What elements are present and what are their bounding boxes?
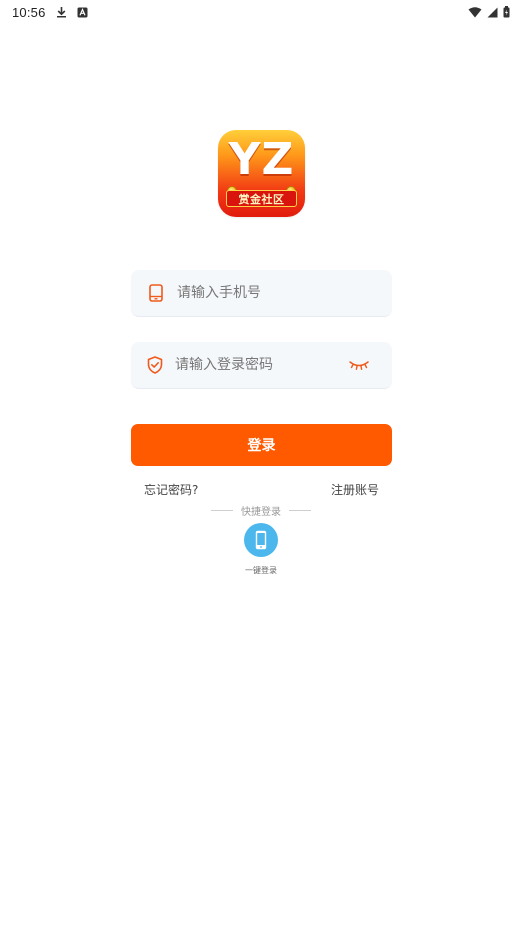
eye-closed-icon[interactable] — [349, 358, 369, 372]
login-screen: 10:56 YZ 赏金社区 请输入手机号 登录 忘记密码? 注册账号 快捷登录 … — [0, 0, 522, 928]
quick-login-label: 快捷登录 — [241, 507, 281, 518]
password-input[interactable] — [175, 342, 349, 388]
one-key-login-button[interactable] — [244, 523, 278, 557]
status-right — [468, 6, 510, 18]
divider-line — [289, 510, 311, 511]
download-icon — [56, 6, 67, 18]
status-time: 10:56 — [12, 4, 46, 20]
phone-icon — [147, 284, 165, 302]
register-link[interactable]: 注册账号 — [331, 481, 379, 498]
a-notification-icon — [77, 7, 88, 18]
battery-icon — [503, 6, 510, 18]
quick-login-divider: 快捷登录 — [0, 503, 522, 518]
logo-main-text: YZ — [228, 134, 295, 185]
phone-icon — [255, 530, 267, 550]
one-key-login-label: 一键登录 — [245, 566, 277, 575]
divider-line — [211, 510, 233, 511]
phone-input[interactable] — [177, 270, 392, 316]
app-logo: YZ 赏金社区 — [218, 130, 305, 217]
password-field[interactable] — [131, 342, 392, 389]
cellular-signal-icon — [487, 7, 498, 18]
shield-check-icon — [147, 356, 163, 374]
logo-sub-text: 赏金社区 — [238, 192, 285, 206]
login-button[interactable]: 登录 — [131, 424, 392, 466]
phone-field[interactable] — [131, 270, 392, 317]
wifi-icon — [468, 6, 482, 18]
forgot-password-link[interactable]: 忘记密码? — [144, 481, 198, 498]
status-bar: 10:56 — [0, 0, 522, 24]
status-left: 10:56 — [12, 5, 88, 20]
logo-ribbon: 赏金社区 — [226, 190, 297, 207]
